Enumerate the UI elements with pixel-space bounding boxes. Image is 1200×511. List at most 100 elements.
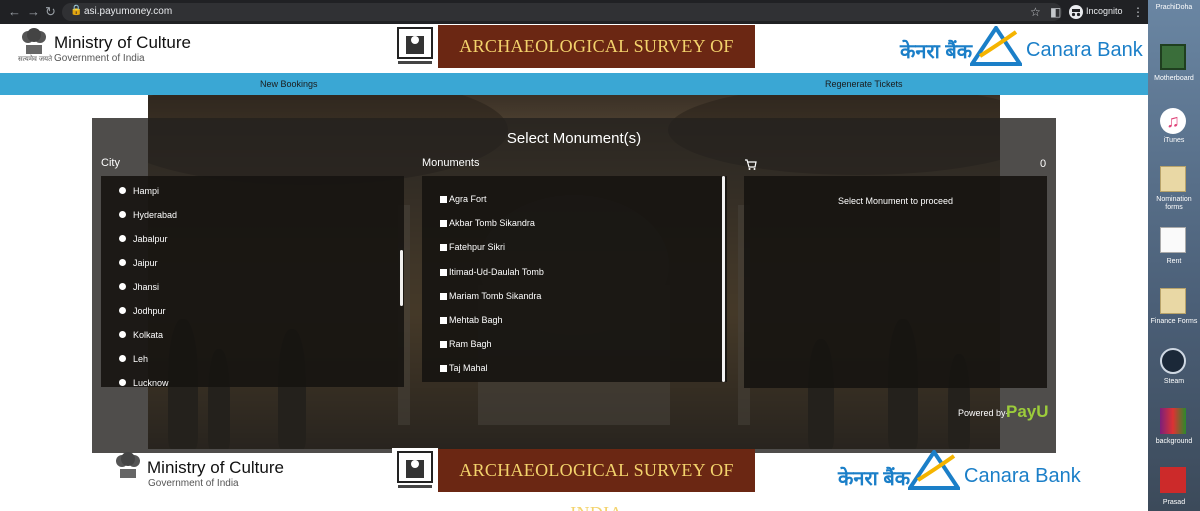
payu-logo: PayU [1006, 402, 1049, 421]
monument-scrollbar[interactable] [722, 176, 725, 382]
monument-label[interactable]: Fatehpur Sikri [449, 242, 505, 252]
monument-label[interactable]: Taj Mahal [449, 363, 488, 373]
city-item[interactable]: Lucknow [133, 378, 169, 387]
desktop-label[interactable]: iTunes [1148, 137, 1200, 145]
monument-label[interactable]: Mehtab Bagh [449, 315, 503, 325]
desktop-label[interactable]: Steam [1148, 378, 1200, 386]
emblem-motto: सत्यमेव जयते [18, 56, 53, 63]
footer-ministry-subtitle: Government of India [148, 478, 239, 489]
bookmark-star-icon[interactable]: ☆ [1030, 4, 1041, 20]
document-icon[interactable] [1160, 227, 1186, 253]
ministry-title: Ministry of Culture [54, 33, 191, 52]
desktop-label[interactable]: background [1148, 438, 1200, 446]
monument-checkbox[interactable] [440, 196, 447, 204]
lock-icon[interactable]: 🔒 [70, 5, 82, 16]
city-radio-jodhpur[interactable] [119, 307, 126, 314]
cart-icon[interactable] [744, 158, 757, 171]
image-file-icon[interactable] [1160, 467, 1186, 493]
footer-bank-hindi-name: केनरा बैंक [838, 468, 911, 490]
bank-hindi-name: केनरा बैंक [900, 41, 973, 63]
monument-item-fatehpur-sikri[interactable]: Fatehpur Sikri [440, 242, 505, 252]
forward-icon[interactable]: → [27, 4, 40, 20]
monument-list[interactable]: Agra Fort Akbar Tomb Sikandra Fatehpur S… [422, 176, 727, 382]
cart-panel: Select Monument to proceed [744, 176, 1047, 388]
monument-label[interactable]: Mariam Tomb Sikandra [449, 291, 541, 301]
asi-seal-icon [392, 448, 438, 493]
address-bar[interactable]: 🔒 asi.payumoney.com [62, 3, 1062, 21]
city-radio-jabalpur[interactable] [119, 235, 126, 242]
monument-label[interactable]: Ram Bagh [449, 339, 492, 349]
ministry-subtitle: Government of India [54, 53, 145, 64]
side-panel-icon[interactable]: ◧ [1050, 4, 1061, 20]
profile-label[interactable]: Incognito [1086, 6, 1123, 16]
monument-label[interactable]: Itimad-Ud-Daulah Tomb [449, 267, 544, 277]
monument-item-akbar-tomb[interactable]: Akbar Tomb Sikandra [440, 218, 535, 228]
desktop-label[interactable]: Prasad [1148, 499, 1200, 507]
itunes-icon[interactable]: ♫ [1160, 108, 1186, 134]
city-item[interactable]: Jhansi [133, 282, 159, 292]
web-page: सत्यमेव जयते Ministry of Culture Governm… [0, 24, 1148, 511]
archive-icon[interactable] [1160, 408, 1186, 434]
navbar: New Bookings Regenerate Tickets [0, 73, 1148, 95]
footer-asi-title: ARCHAEOLOGICAL SURVEY OF INDIA [438, 449, 755, 511]
browser-toolbar: ← → ↻ 🔒 asi.payumoney.com ☆ ◧ Incognito … [0, 0, 1148, 24]
monument-checkbox[interactable] [440, 365, 447, 373]
city-item[interactable]: Hyderabad [133, 210, 177, 220]
monument-label[interactable]: Akbar Tomb Sikandra [449, 218, 535, 228]
city-radio-hampi[interactable] [119, 187, 126, 194]
monument-item-mariam-tomb[interactable]: Mariam Tomb Sikandra [440, 291, 541, 301]
city-item[interactable]: Hampi [133, 186, 159, 196]
motherboard-icon[interactable] [1160, 44, 1186, 70]
canara-bank-logo-icon [908, 450, 960, 490]
url-text[interactable]: asi.payumoney.com [84, 6, 172, 17]
canara-bank-logo-icon [970, 26, 1022, 66]
monument-checkbox[interactable] [440, 244, 447, 252]
city-list[interactable]: Hampi Hyderabad Jabalpur Jaipur Jhansi J… [101, 176, 404, 387]
desktop-label[interactable]: Nomination forms [1148, 196, 1200, 212]
monument-checkbox[interactable] [440, 220, 447, 228]
city-item[interactable]: Jodhpur [133, 306, 166, 316]
monument-item-agra-fort[interactable]: Agra Fort [440, 194, 487, 204]
monument-item-itimad-ud-daulah[interactable]: Itimad-Ud-Daulah Tomb [440, 267, 544, 277]
monument-label[interactable]: Agra Fort [449, 194, 487, 204]
city-radio-kolkata[interactable] [119, 331, 126, 338]
city-scrollbar[interactable] [400, 250, 403, 306]
city-item[interactable]: Jabalpur [133, 234, 168, 244]
city-radio-jhansi[interactable] [119, 283, 126, 290]
asi-title: ARCHAEOLOGICAL SURVEY OF INDIA [438, 25, 755, 99]
city-radio-hyderabad[interactable] [119, 211, 126, 218]
menu-kebab-icon[interactable]: ⋮ [1132, 4, 1144, 20]
desktop-label[interactable]: Finance Forms [1148, 318, 1200, 326]
regenerate-tickets-link[interactable]: Regenerate Tickets [825, 79, 903, 89]
asi-banner: ARCHAEOLOGICAL SURVEY OF INDIA [392, 24, 755, 99]
folder-icon[interactable] [1160, 288, 1186, 314]
monument-item-ram-bagh[interactable]: Ram Bagh [440, 339, 492, 349]
bank-name: Canara Bank [1026, 39, 1143, 61]
cart-message: Select Monument to proceed [837, 196, 954, 206]
city-radio-lucknow[interactable] [119, 379, 126, 386]
footer-bank-name: Canara Bank [964, 465, 1081, 487]
city-item[interactable]: Jaipur [133, 258, 158, 268]
folder-icon[interactable] [1160, 166, 1186, 192]
monument-checkbox[interactable] [440, 317, 447, 325]
monument-checkbox[interactable] [440, 269, 447, 277]
new-bookings-link[interactable]: New Bookings [260, 79, 318, 89]
city-radio-jaipur[interactable] [119, 259, 126, 266]
powered-by-label: Powered by- [958, 408, 1009, 418]
monument-item-mehtab-bagh[interactable]: Mehtab Bagh [440, 315, 503, 325]
desktop-label[interactable]: Motherboard [1148, 75, 1200, 83]
desktop-label[interactable]: PrachiDoha [1148, 4, 1200, 12]
city-item[interactable]: Kolkata [133, 330, 163, 340]
steam-icon[interactable] [1160, 348, 1186, 374]
monument-checkbox[interactable] [440, 341, 447, 349]
reload-icon[interactable]: ↻ [45, 4, 56, 20]
back-icon[interactable]: ← [8, 4, 21, 20]
asi-seal-icon [392, 24, 438, 69]
desktop-label[interactable]: Rent [1148, 258, 1200, 266]
city-item[interactable]: Leh [133, 354, 148, 364]
city-radio-leh[interactable] [119, 355, 126, 362]
incognito-icon[interactable] [1069, 5, 1083, 19]
monument-item-taj-mahal[interactable]: Taj Mahal [440, 363, 488, 373]
monument-checkbox[interactable] [440, 293, 447, 301]
booking-title: Select Monument(s) [506, 130, 642, 147]
